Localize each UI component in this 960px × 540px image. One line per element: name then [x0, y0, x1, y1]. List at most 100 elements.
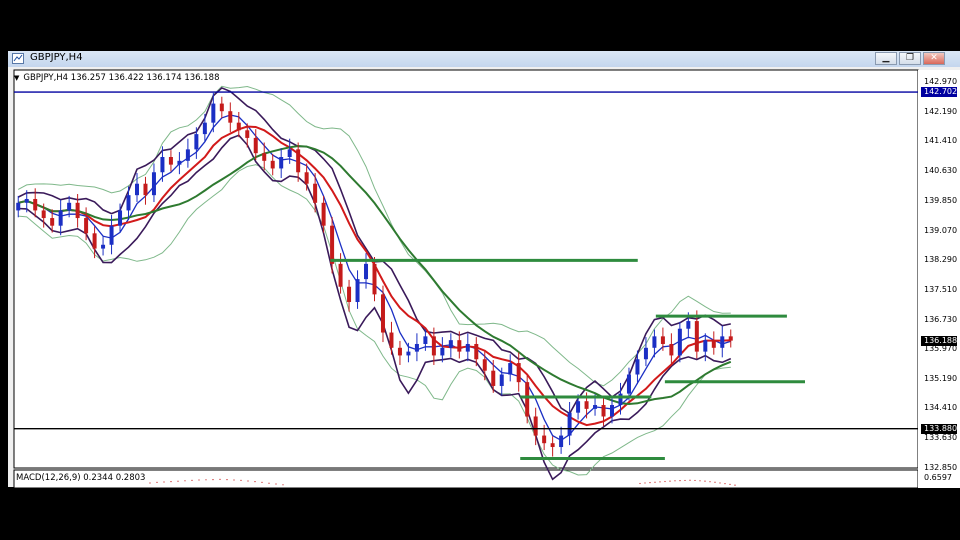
price-marker: 142.702	[921, 87, 957, 98]
macd-signal-dot	[654, 481, 656, 483]
candle-body	[576, 401, 581, 413]
macd-level: 0.6597	[924, 473, 952, 482]
candle-body	[652, 336, 657, 348]
candle-body	[151, 172, 156, 196]
candle-body	[694, 321, 699, 352]
macd-signal-dot	[694, 479, 696, 482]
candle-body	[16, 202, 21, 211]
macd-signal-dot	[240, 479, 242, 481]
candle-body	[508, 363, 513, 375]
macd-signal-dot	[734, 484, 736, 486]
candle-body	[67, 202, 72, 211]
price-tick-label: 135.190	[924, 373, 958, 383]
candle-body	[491, 370, 496, 386]
candle-body	[559, 435, 564, 448]
candle-body	[347, 286, 352, 303]
candle-body	[635, 359, 640, 375]
macd-signal-dot	[724, 483, 726, 485]
candle-body	[262, 153, 267, 161]
price-marker: 133.880	[921, 423, 957, 434]
price-tick-label: 142.970	[924, 76, 958, 86]
macd-signal-dot	[177, 480, 179, 482]
macd-signal-dot	[254, 481, 256, 483]
candle-body	[593, 405, 598, 409]
macd-signal-dot	[261, 481, 263, 483]
candle-body	[516, 363, 521, 383]
price-tick-label: 133.630	[924, 433, 958, 443]
candle-body	[50, 218, 55, 226]
macd-signal-dot	[729, 483, 731, 485]
macd-signal-dot	[219, 478, 221, 480]
candle-body	[584, 401, 589, 409]
macd-signal-dot	[684, 479, 686, 482]
candle-body	[482, 359, 487, 371]
candle-body	[321, 202, 326, 226]
macd-signal-dot	[689, 479, 691, 481]
price-marker: 136.188	[921, 335, 957, 346]
candle-body	[134, 183, 139, 196]
candle-body	[185, 149, 190, 161]
macd-signal-dot	[679, 480, 681, 482]
macd-signal-dot	[149, 482, 151, 484]
macd-signal-dot	[719, 482, 721, 484]
macd-signal-dot	[184, 480, 186, 482]
candle-body	[610, 405, 615, 417]
price-tick-label: 132.850	[924, 463, 958, 472]
macd-signal-dot	[198, 479, 200, 481]
macd-signal-dot	[664, 480, 666, 483]
macd-signal-dot	[659, 481, 661, 483]
candle-body	[75, 202, 80, 219]
candle-body	[168, 157, 173, 165]
macd-signal-dot	[649, 482, 651, 484]
macd-signal-dot	[212, 479, 214, 481]
candle-body	[720, 336, 725, 348]
candle-body	[431, 336, 436, 356]
macd-signal-dot	[282, 484, 284, 486]
candle-body	[567, 412, 572, 436]
candle-body	[177, 160, 182, 165]
macd-signal-dot	[714, 481, 716, 483]
candle-body	[160, 157, 165, 173]
candle-body	[211, 103, 216, 123]
candle-body	[101, 244, 106, 249]
candle-body	[330, 225, 335, 264]
candle-body	[440, 347, 445, 356]
candle-body	[525, 382, 530, 417]
macd-signal-dot	[644, 482, 646, 484]
macd-signal-dot	[170, 481, 172, 483]
candle-body	[643, 347, 648, 360]
macd-signal-dot	[163, 481, 165, 483]
candle-body	[118, 210, 123, 226]
candle-body	[270, 160, 275, 169]
macd-signal-dot	[699, 480, 701, 482]
candle-body	[338, 263, 343, 287]
candle-body	[660, 336, 665, 344]
collapse-triangle-icon: ▼	[14, 74, 20, 82]
macd-signal-dot	[205, 479, 207, 481]
candle-body	[397, 347, 402, 356]
candle-body	[474, 343, 479, 360]
candle-body	[236, 122, 241, 131]
candle-body	[287, 149, 292, 158]
candle-body	[279, 157, 284, 169]
candle-body	[58, 210, 63, 226]
candle-body	[465, 343, 470, 352]
candle-body	[542, 435, 547, 444]
candle-body	[677, 328, 682, 356]
candle-body	[618, 393, 623, 406]
candle-body	[372, 263, 377, 295]
macd-signal-dot	[709, 481, 711, 483]
candle-body	[380, 294, 385, 333]
candle-body	[423, 336, 428, 344]
info-symbol: GBPJPY,H4	[23, 73, 69, 83]
candle-body	[533, 416, 538, 436]
candle-body	[41, 210, 46, 219]
info-ohlc: 136.257 136.422 136.174 136.188	[70, 73, 220, 83]
candle-body	[355, 279, 360, 303]
macd-signal-dot	[226, 479, 228, 481]
macd-signal-dot	[233, 479, 235, 481]
candle-body	[711, 340, 716, 348]
candle-body	[389, 332, 394, 348]
candle-body	[550, 443, 555, 448]
macd-signal-dot	[268, 482, 270, 484]
